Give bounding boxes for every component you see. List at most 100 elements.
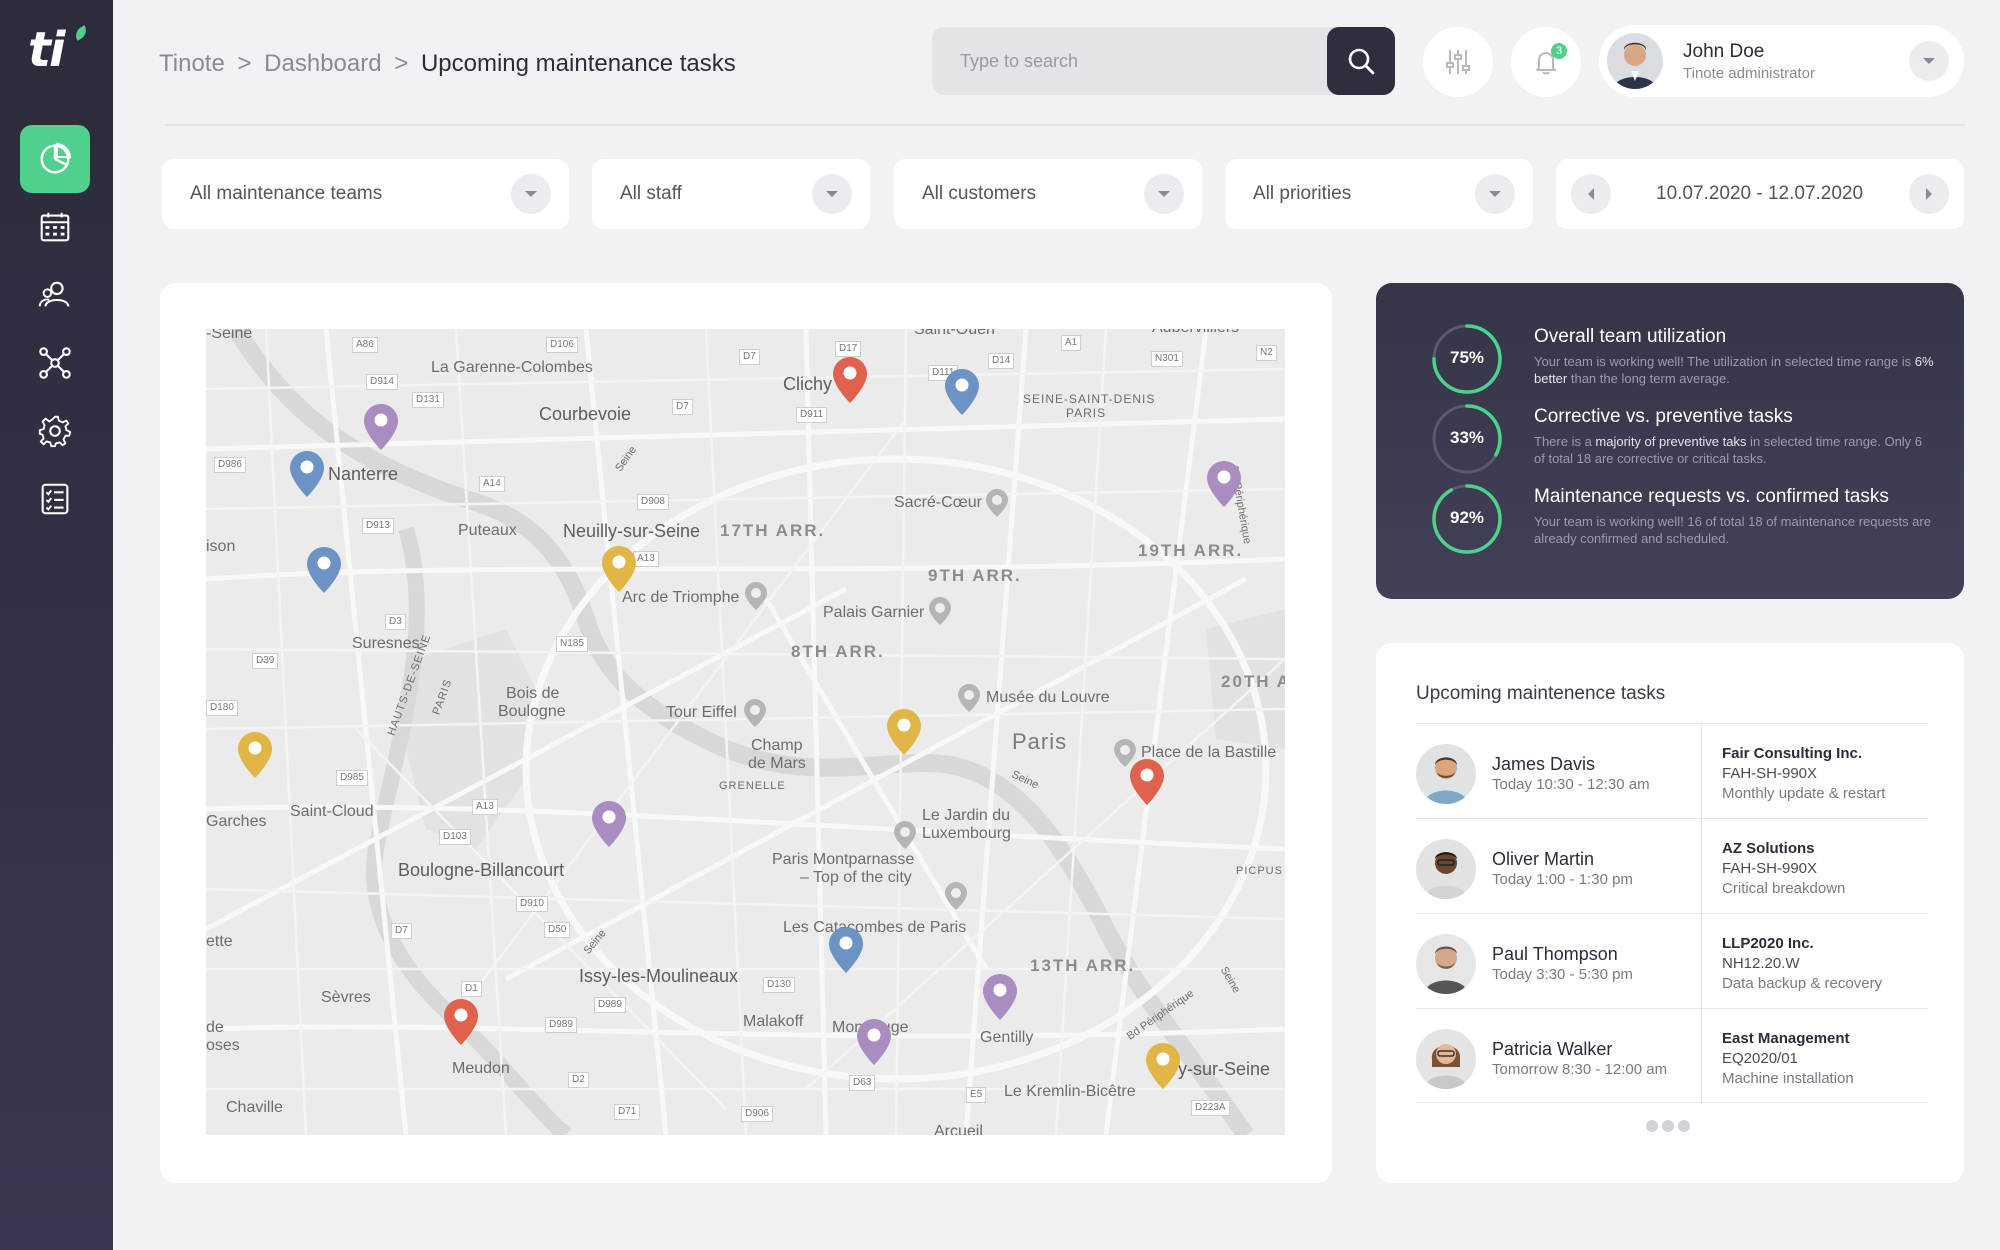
road-marker: D131 (412, 392, 444, 408)
task-row[interactable]: Paul Thompson Today 3:30 - 5:30 pm LLP20… (1416, 913, 1928, 1009)
priorities-filter[interactable]: All priorities (1225, 159, 1533, 229)
stat-description: Your team is working well! The utilizati… (1534, 354, 1934, 386)
road-marker: A13 (472, 799, 498, 815)
priorities-filter-toggle[interactable] (1475, 174, 1515, 214)
chevron-right-icon (1926, 188, 1932, 200)
teams-filter[interactable]: All maintenance teams (162, 159, 569, 229)
road-marker: N301 (1151, 351, 1183, 367)
map-label: Saint-Cloud (290, 803, 374, 820)
task-pin[interactable] (983, 974, 1017, 1020)
search-input[interactable] (932, 27, 1327, 95)
chevron-down-icon (1489, 191, 1501, 197)
breadcrumb-item-dashboard[interactable]: Dashboard (264, 50, 381, 77)
task-pin[interactable] (592, 801, 626, 847)
stat-description: There is a majority of preventive taks i… (1534, 434, 1923, 466)
chevron-down-icon (1158, 191, 1170, 197)
road-marker: D908 (637, 494, 669, 510)
task-pin[interactable] (945, 369, 979, 415)
road-marker: D130 (763, 977, 795, 993)
task-pin[interactable] (833, 357, 867, 403)
task-pin[interactable] (857, 1019, 891, 1065)
map-label: Clichy (783, 374, 833, 394)
customers-filter-toggle[interactable] (1144, 174, 1184, 214)
task-pin[interactable] (364, 404, 398, 450)
map-pin-icon (444, 999, 478, 1045)
map-label: Meudon (452, 1060, 510, 1077)
task-pin[interactable] (444, 999, 478, 1045)
app-logo[interactable]: ti (28, 22, 90, 82)
road-marker: D906 (741, 1106, 773, 1122)
map-label: SEINE-SAINT-DENIS (1023, 392, 1156, 406)
page-title: Upcoming maintenance tasks (420, 50, 736, 77)
row-divider (1701, 914, 1702, 1009)
user-menu[interactable]: John Doe Tinote administrator (1599, 25, 1964, 97)
map-label: PARIS (1066, 406, 1107, 420)
upcoming-tasks-card: Upcoming maintenence tasks James Davis T… (1376, 643, 1964, 1183)
landmark-icon (986, 489, 1008, 517)
task-pin[interactable] (829, 927, 863, 973)
staff-filter[interactable]: All staff (592, 159, 870, 229)
users-icon (38, 281, 70, 307)
teams-filter-value: All maintenance teams (190, 183, 383, 204)
road-marker: D986 (214, 457, 246, 473)
date-prev-button[interactable] (1571, 174, 1611, 214)
task-pin[interactable] (307, 547, 341, 593)
task-description: Critical breakdown (1722, 880, 1846, 897)
breadcrumb-separator: > (237, 50, 252, 77)
filter-settings-button[interactable] (1423, 27, 1493, 97)
map-card: -Seine La Garenne-Colombes Courbevoie Cl… (160, 283, 1332, 1183)
task-code: NH12.20.W (1722, 955, 1800, 972)
task-pin[interactable] (238, 732, 272, 778)
stat-value: 33% (1449, 428, 1485, 447)
map-label: Champ (751, 737, 803, 754)
task-pin[interactable] (1207, 461, 1241, 507)
task-assignee: James Davis (1492, 754, 1596, 774)
more-dots-button[interactable] (1646, 1120, 1692, 1134)
landmark-icon (744, 699, 766, 727)
road-marker: D223A (1191, 1100, 1230, 1116)
road-marker: D989 (545, 1017, 577, 1033)
road-marker: D39 (252, 653, 279, 669)
map-label: Paris (1012, 729, 1068, 754)
map-label: Le Kremlin-Bicêtre (1004, 1083, 1136, 1100)
map-label: Sèvres (321, 989, 371, 1006)
breadcrumb-item-tinote[interactable]: Tinote (159, 50, 225, 77)
row-divider (1701, 819, 1702, 914)
task-pin[interactable] (290, 451, 324, 497)
task-row[interactable]: Oliver Martin Today 1:00 - 1:30 pm AZ So… (1416, 818, 1928, 914)
map-label: 17TH ARR. (720, 521, 826, 540)
search-button[interactable] (1327, 27, 1395, 95)
road-marker: D2 (568, 1072, 589, 1088)
sidebar-item-dashboard[interactable] (20, 125, 90, 193)
customers-filter[interactable]: All customers (894, 159, 1202, 229)
staff-filter-toggle[interactable] (812, 174, 852, 214)
notifications-button[interactable]: 3 (1511, 27, 1581, 97)
sidebar-item-team[interactable] (20, 261, 90, 329)
road-marker: N185 (556, 636, 588, 652)
teams-filter-toggle[interactable] (511, 174, 551, 214)
sliders-icon (1446, 50, 1470, 74)
task-pin[interactable] (1130, 759, 1164, 805)
road-marker: D106 (546, 337, 578, 353)
sidebar-item-settings[interactable] (20, 397, 90, 465)
task-customer: East Management (1722, 1030, 1850, 1047)
map[interactable]: -Seine La Garenne-Colombes Courbevoie Cl… (206, 329, 1285, 1135)
map-pin-icon (833, 357, 867, 403)
task-pin[interactable] (602, 546, 636, 592)
date-next-button[interactable] (1909, 174, 1949, 214)
task-row[interactable]: Patricia Walker Tomorrow 8:30 - 12:00 am… (1416, 1008, 1928, 1104)
landmark-icon (945, 882, 967, 910)
road-marker: D7 (672, 399, 693, 415)
map-pin-icon (307, 547, 341, 593)
sidebar-item-network[interactable] (20, 329, 90, 397)
sidebar-item-checklist[interactable] (20, 465, 90, 533)
user-menu-toggle[interactable] (1909, 41, 1949, 81)
task-pin[interactable] (1146, 1043, 1180, 1089)
sidebar-item-calendar[interactable] (20, 193, 90, 261)
road-marker: D914 (366, 374, 398, 390)
map-label: de (206, 1019, 224, 1036)
map-label: – Top of the city (800, 869, 912, 886)
task-row[interactable]: James Davis Today 10:30 - 12:30 am Fair … (1416, 723, 1928, 819)
map-label: Gentilly (980, 1029, 1034, 1046)
task-pin[interactable] (887, 709, 921, 755)
